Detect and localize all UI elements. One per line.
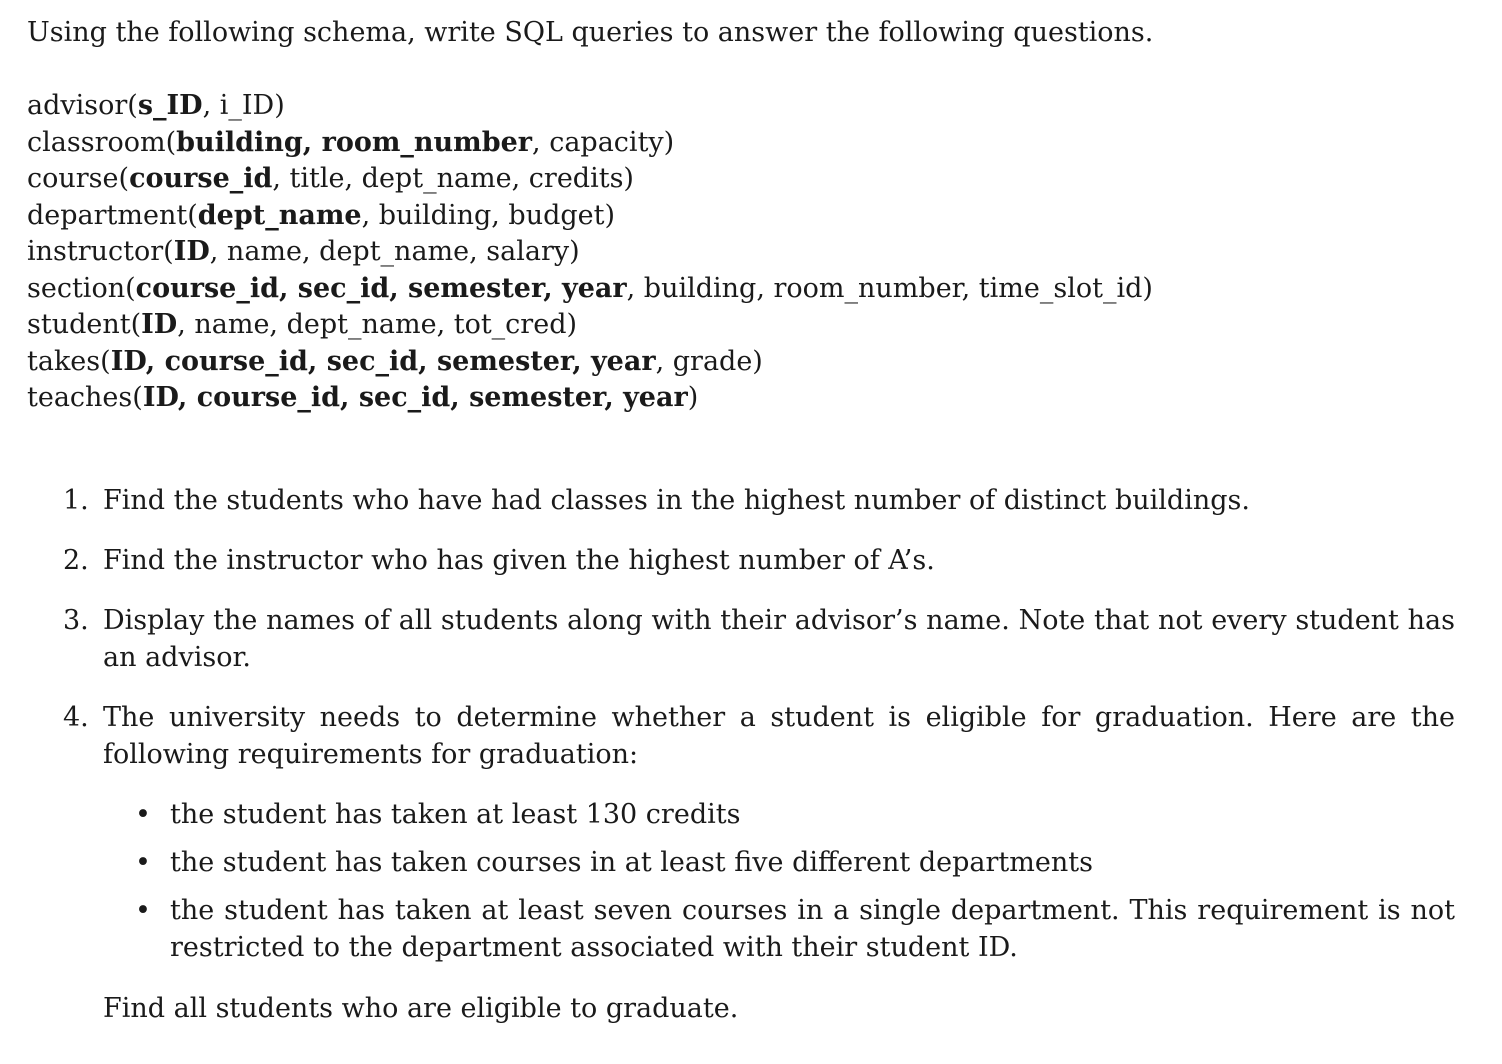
bullet-icon: • [135,895,151,926]
question-number: 2. [63,545,89,576]
question-text: Find the students who have had classes i… [103,485,1250,516]
schema-relation-instructor: instructor(ID, name, dept_name, salary) [27,234,1153,271]
relation-open-paren: ( [127,90,138,121]
requirement-text: the student has taken at least 130 credi… [170,799,741,830]
schema-relation-classroom: classroom(building, room_number, capacit… [27,125,1153,162]
primary-key-attributes: ID, course_id, sec_id, semester, year [110,345,656,377]
relation-open-paren: ( [100,345,111,377]
relation-open-paren: ( [118,163,130,194]
question-item: 1. Find the students who have had classe… [63,482,1455,519]
relation-name: section [27,272,126,304]
question-item: 3. Display the names of all students alo… [63,602,1455,676]
relation-name: takes [27,345,101,377]
primary-key-attributes: course_id [129,163,273,194]
question-item: 2. Find the instructor who has given the… [63,542,1455,579]
relation-name: advisor [27,90,128,121]
relation-open-paren: ( [125,272,136,304]
relation-open-paren: ( [163,236,174,267]
relation-name: instructor [27,236,164,267]
schema-relation-takes: takes(ID, course_id, sec_id, semester, y… [27,344,1153,381]
other-attributes: , name, dept_name, salary) [209,236,580,267]
other-attributes: , title, dept_name, credits) [272,163,634,194]
question-list: 1. Find the students who have had classe… [63,482,1455,1050]
intro-text: Using the following schema, write SQL qu… [27,17,1154,48]
other-attributes: ) [687,382,699,413]
schema-relation-student: student(ID, name, dept_name, tot_cred) [27,307,1153,344]
question-number: 1. [63,485,89,516]
requirement-text: the student has taken courses in at leas… [170,847,1093,878]
relation-name: department [27,199,188,231]
schema-relation-section: section(course_id, sec_id, semester, yea… [27,271,1153,308]
requirement-item: • the student has taken at least 130 cre… [133,796,1455,833]
relation-name: teaches [27,382,133,413]
relation-open-paren: ( [165,126,177,158]
primary-key-attributes: s_ID [137,90,203,121]
schema-relation-teaches: teaches(ID, course_id, sec_id, semester,… [27,380,1153,417]
other-attributes: , i_ID) [202,90,285,121]
primary-key-attributes: dept_name [197,199,362,231]
primary-key-attributes: ID [173,236,210,267]
schema-list: advisor(s_ID, i_ID) classroom(building, … [27,88,1153,417]
other-attributes: , capacity) [532,126,675,158]
question-text: Find the instructor who has given the hi… [103,545,935,576]
other-attributes: , building, room_number, time_slot_id) [626,272,1153,304]
other-attributes: , name, dept_name, tot_cred) [177,309,578,340]
relation-name: course [27,163,119,194]
requirement-item: • the student has taken at least seven c… [133,892,1455,966]
question-number: 3. [63,605,89,636]
relation-name: classroom [27,126,166,158]
primary-key-attributes: building, room_number [176,126,533,158]
requirement-item: • the student has taken courses in at le… [133,844,1455,881]
primary-key-attributes: ID, course_id, sec_id, semester, year [142,382,688,413]
question-number: 4. [63,702,89,733]
other-attributes: , grade) [655,345,763,377]
other-attributes: , building, budget) [361,199,616,231]
bullet-icon: • [135,799,151,830]
question-item: 4. The university needs to determine whe… [63,699,1455,1027]
requirement-list: • the student has taken at least 130 cre… [103,796,1455,966]
closing-instruction: Find all students who are eligible to gr… [103,993,739,1024]
bullet-icon: • [135,847,151,878]
schema-relation-department: department(dept_name, building, budget) [27,198,1153,235]
requirement-text: the student has taken at least seven cou… [170,895,1455,963]
schema-relation-advisor: advisor(s_ID, i_ID) [27,88,1153,125]
question-text: Display the names of all students along … [103,605,1455,673]
schema-relation-course: course(course_id, title, dept_name, cred… [27,161,1153,198]
relation-open-paren: ( [187,199,198,231]
question-text: The university needs to determine whethe… [103,702,1455,770]
relation-name: student [27,309,131,340]
primary-key-attributes: ID [141,309,178,340]
relation-open-paren: ( [130,309,142,340]
primary-key-attributes: course_id, sec_id, semester, year [135,272,627,304]
relation-open-paren: ( [132,382,143,413]
